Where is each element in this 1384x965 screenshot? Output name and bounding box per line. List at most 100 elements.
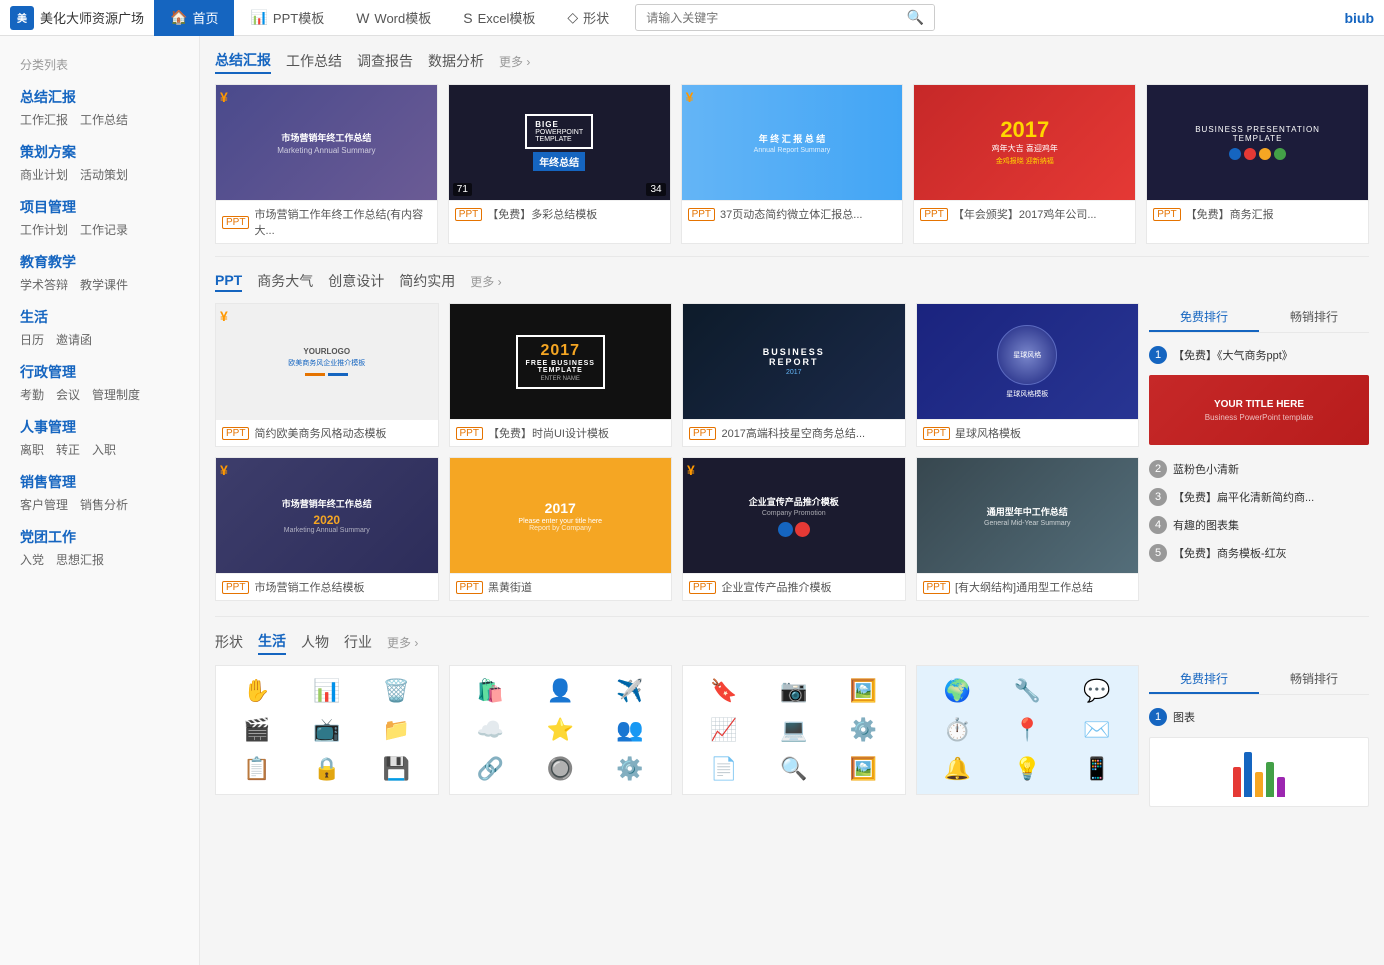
shape-icon-settings[interactable]: ⚙️	[616, 756, 643, 782]
shape-icon-picture[interactable]: 🖼️	[850, 678, 877, 704]
search-input[interactable]	[636, 7, 897, 29]
template-card-10[interactable]: ¥ 市场营销年终工作总结 2020 Marketing Annual Summa…	[215, 457, 439, 601]
section2-row1: ¥ YOURLOGO 欧美商务风企业推介模板 PPT	[215, 303, 1139, 447]
tab-survey-report[interactable]: 调查报告	[357, 49, 413, 73]
template-card-7[interactable]: 2017 FREE BUSINESS TEMPLATE ENTER NAME P…	[449, 303, 673, 447]
sidebar-cat-admin[interactable]: 行政管理	[0, 356, 199, 384]
shape-icon-pie[interactable]: 🔘	[547, 756, 574, 782]
sidebar-cat-summary[interactable]: 总结汇报	[0, 81, 199, 109]
tab-industry[interactable]: 行业	[344, 630, 372, 654]
shape-icon-trash[interactable]: 🗑️	[383, 678, 410, 704]
shape-icon-c1[interactable]: 🌍	[944, 678, 971, 704]
rank-item-1[interactable]: 1 【免费】《大气商务ppt》 YOUR TITLE HERE Business…	[1149, 341, 1369, 455]
shape-icon-book[interactable]: 📋	[243, 756, 270, 782]
nav-item-excel[interactable]: S Excel模板	[447, 0, 551, 36]
shape-icon-search[interactable]: 🔍	[780, 756, 807, 782]
nav-item-ppt[interactable]: 📊 PPT模板	[234, 0, 340, 36]
shape-card-3: 🔖 📷 🖼️ 📈 💻 ⚙️ 📄 🔍 🖼️	[682, 665, 906, 795]
template-card-8[interactable]: BUSINESS REPORT 2017 PPT 2017高端科技星空商务总结.…	[682, 303, 906, 447]
tab-people[interactable]: 人物	[301, 630, 329, 654]
tab-ppt[interactable]: PPT	[215, 270, 242, 292]
tab-work-summary[interactable]: 工作总结	[286, 49, 342, 73]
rank-tab-bestseller[interactable]: 畅销排行	[1259, 303, 1369, 332]
template-card-5[interactable]: BUSINESS PRESENTATION TEMPLATE PPT	[1146, 84, 1369, 244]
rank-tab-free[interactable]: 免费排行	[1149, 303, 1259, 332]
tab-life[interactable]: 生活	[258, 629, 286, 655]
search-button[interactable]: 🔍	[897, 5, 934, 30]
shape-icon-c8[interactable]: 💡	[1014, 756, 1041, 782]
tab-data-analysis[interactable]: 数据分析	[428, 49, 484, 73]
shape-icon-c7[interactable]: 🔔	[944, 756, 971, 782]
top-nav: 美 美化大师资源广场 🏠 首页 📊 PPT模板 W Word模板 S Excel…	[0, 0, 1384, 36]
shape-icon-person2[interactable]: 👥	[616, 717, 643, 743]
template-card-9[interactable]: 星球风格 星球风格模板 PPT 星球风格模板	[916, 303, 1140, 447]
section1-header: 总结汇报 工作总结 调查报告 数据分析 更多 ›	[215, 48, 1369, 74]
sidebar-cat-hr[interactable]: 人事管理	[0, 411, 199, 439]
template-card-2[interactable]: BIGE POWERPOINT TEMPLATE 年终总结 34 71 PPT …	[448, 84, 671, 244]
shape-icon-hand[interactable]: ✋	[243, 678, 270, 704]
shape-icon-c6[interactable]: ✉️	[1083, 717, 1110, 743]
biub-logo: biub	[1344, 10, 1374, 26]
shape-icon-cloud[interactable]: ☁️	[477, 717, 504, 743]
tab-shapes[interactable]: 形状	[215, 630, 243, 654]
shapes-rank-item-1[interactable]: 1 图表	[1149, 703, 1369, 812]
shape-icon-img[interactable]: 🖼️	[850, 756, 877, 782]
section2-more[interactable]: 更多 ›	[470, 273, 501, 290]
shape-icon-usb[interactable]: 💾	[383, 756, 410, 782]
shapes-rank-tab-bestseller[interactable]: 畅销排行	[1259, 665, 1369, 694]
shape-icon-computer[interactable]: 💻	[780, 717, 807, 743]
shape-icon-c2[interactable]: 🔧	[1014, 678, 1041, 704]
shape-icon-link[interactable]: 🔗	[477, 756, 504, 782]
template-card-1[interactable]: ¥ 市场营销年终工作总结 Marketing Annual Summary PP…	[215, 84, 438, 244]
tab-business-bold[interactable]: 商务大气	[257, 269, 313, 293]
rank-num-4: 4	[1149, 516, 1167, 534]
shape-icon-c9[interactable]: 📱	[1083, 756, 1110, 782]
rank-item-5[interactable]: 5 【免费】商务模板-红灰	[1149, 539, 1369, 567]
thumb-5: BUSINESS PRESENTATION TEMPLATE	[1147, 85, 1368, 200]
sidebar-cat-life[interactable]: 生活	[0, 301, 199, 329]
sidebar-cat-party[interactable]: 党团工作	[0, 521, 199, 549]
shape-icon-camera[interactable]: 📷	[780, 678, 807, 704]
card10-label: PPT 市场营销工作总结模板	[216, 573, 438, 600]
tab-creative[interactable]: 创意设计	[328, 269, 384, 293]
template-card-4[interactable]: 2017 鸡年大吉 喜迎鸡年 金鸡报晓 迎新纳福 PPT 【年会颁奖】2017鸡…	[913, 84, 1136, 244]
rank-item-4[interactable]: 4 有趣的图表集	[1149, 511, 1369, 539]
rank-item-2[interactable]: 2 蓝粉色小清新	[1149, 455, 1369, 483]
shape-icon-plane[interactable]: ✈️	[616, 678, 643, 704]
shapes-rank-tab-free[interactable]: 免费排行	[1149, 665, 1259, 694]
template-card-11[interactable]: 2017 Please enter your title here Report…	[449, 457, 673, 601]
shape-icon-lock[interactable]: 🔒	[313, 756, 340, 782]
template-card-3[interactable]: ¥ 年 终 汇 报 总 结 Annual Report Summary PPT …	[681, 84, 904, 244]
shape-icon-chart2[interactable]: 📈	[710, 717, 737, 743]
section1-more[interactable]: 更多 ›	[499, 53, 530, 70]
template-card-13[interactable]: 通用型年中工作总结 General Mid-Year Summary PPT […	[916, 457, 1140, 601]
template-card-12[interactable]: ¥ 企业宣传产品推介模板 Company Promotion PPT	[682, 457, 906, 601]
sidebar-cat-sales[interactable]: 销售管理	[0, 466, 199, 494]
shape-icon-bag[interactable]: 🛍️	[477, 678, 504, 704]
shape-icon-tv[interactable]: 📺	[313, 717, 340, 743]
shape-icon-folder[interactable]: 📁	[383, 717, 410, 743]
rank-item-3[interactable]: 3 【免费】扁平化清新简约商...	[1149, 483, 1369, 511]
template-card-6[interactable]: ¥ YOURLOGO 欧美商务风企业推介模板 PPT	[215, 303, 439, 447]
shape-card-2: 🛍️ 👤 ✈️ ☁️ ⭐ 👥 🔗 🔘 ⚙️	[449, 665, 673, 795]
thumb-2: BIGE POWERPOINT TEMPLATE 年终总结 34 71	[449, 85, 670, 200]
tab-simple-practical[interactable]: 简约实用	[399, 269, 455, 293]
nav-item-home[interactable]: 🏠 首页	[154, 0, 234, 36]
shape-icon-bookmark[interactable]: 🔖	[710, 678, 737, 704]
sidebar-cat-edu[interactable]: 教育教学	[0, 246, 199, 274]
shape-icon-c3[interactable]: 💬	[1083, 678, 1110, 704]
nav-item-shapes[interactable]: ◇ 形状	[551, 0, 625, 36]
shape-icon-gear2[interactable]: ⚙️	[850, 717, 877, 743]
shape-icon-c5[interactable]: 📍	[1014, 717, 1041, 743]
shape-icon-chart-circle[interactable]: 📊	[313, 678, 340, 704]
tab-summary-report[interactable]: 总结汇报	[215, 48, 271, 74]
section3-more[interactable]: 更多 ›	[387, 634, 418, 651]
nav-item-word[interactable]: W Word模板	[340, 0, 447, 36]
shape-icon-doc[interactable]: 📄	[710, 756, 737, 782]
sidebar-cat-project[interactable]: 项目管理	[0, 191, 199, 219]
shape-icon-person[interactable]: 👤	[547, 678, 574, 704]
shape-icon-film[interactable]: 🎬	[243, 717, 270, 743]
sidebar-cat-plan[interactable]: 策划方案	[0, 136, 199, 164]
shape-icon-c4[interactable]: ⏱️	[944, 717, 971, 743]
shape-icon-star[interactable]: ⭐	[547, 717, 574, 743]
